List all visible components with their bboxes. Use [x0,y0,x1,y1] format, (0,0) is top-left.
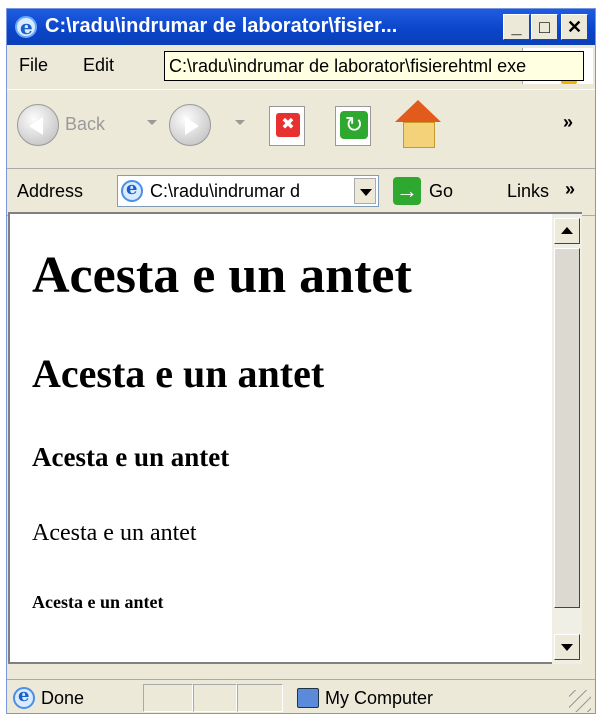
back-dropdown-icon[interactable] [147,120,157,125]
heading-4: Acesta e un antet [32,520,197,546]
title-bar[interactable]: C:\radu\indrumar de laborator\fisier... … [7,9,595,45]
address-bar: Address C:\radu\indrumar d → Go Links » [7,167,595,216]
status-panel [143,684,193,712]
heading-1: Acesta e un antet [32,247,412,304]
go-arrow-icon[interactable]: → [393,177,421,205]
ie-icon [15,15,37,39]
address-dropdown-icon[interactable] [354,178,376,204]
home-icon[interactable] [393,100,443,150]
maximize-button[interactable]: □ [531,14,558,40]
menu-edit[interactable]: Edit [83,55,114,76]
scroll-up-button[interactable] [554,218,580,244]
vertical-scrollbar[interactable] [552,212,582,664]
window-title: C:\radu\indrumar de laborator\fisier... [45,15,398,37]
links-button[interactable]: Links [507,181,549,202]
forward-dropdown-icon[interactable] [235,120,245,125]
status-page-icon [13,685,35,709]
page-content: Acesta e un antet Acesta e un antet Aces… [8,212,568,664]
menu-file[interactable]: File [19,55,48,76]
go-button[interactable]: Go [429,181,453,202]
page-icon [121,178,143,202]
back-button[interactable] [17,104,59,146]
tooltip: C:\radu\indrumar de laborator\fisierehtm… [164,51,584,81]
security-zone: My Computer [325,688,434,708]
refresh-icon[interactable] [335,106,371,146]
close-button[interactable]: ✕ [561,14,588,40]
scroll-thumb[interactable] [554,248,580,608]
standard-toolbar: Back » [7,89,595,169]
status-bar: Done My Computer [7,679,595,716]
scroll-down-button[interactable] [554,634,580,660]
toolbar-more-icon[interactable]: » [563,112,573,133]
status-panel [237,684,283,712]
computer-icon [297,688,319,708]
address-input[interactable]: C:\radu\indrumar d [117,175,379,207]
status-text: Done [41,688,85,708]
heading-2: Acesta e un antet [32,351,325,396]
heading-3: Acesta e un antet [32,442,230,472]
status-panel [193,684,237,712]
stop-icon[interactable] [269,106,305,146]
heading-5: Acesta e un antet [32,592,164,612]
forward-button[interactable] [169,104,211,146]
links-more-icon[interactable]: » [565,179,575,200]
address-label: Address [17,181,84,201]
address-value[interactable]: C:\radu\indrumar d [150,181,350,202]
back-label: Back [65,114,106,134]
resize-grip[interactable] [569,690,591,712]
minimize-button[interactable]: _ [503,14,530,40]
